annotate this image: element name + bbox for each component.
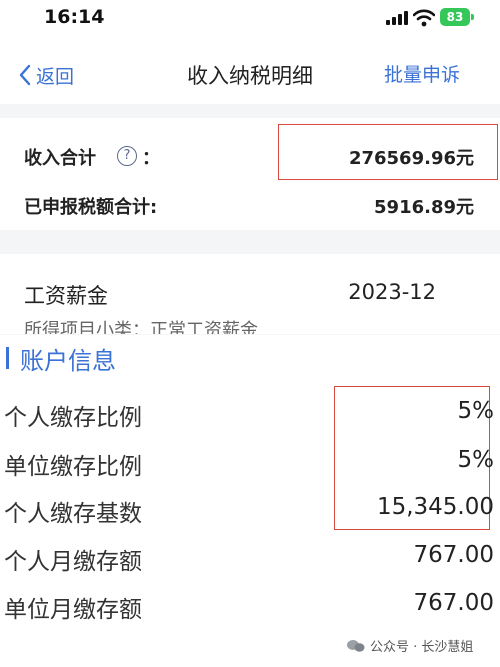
- income-record-card[interactable]: 工资薪金 2023-12 所得项目小类：正常工资薪金: [0, 254, 500, 334]
- personal-ratio-label: 个人缴存比例: [4, 405, 142, 431]
- batch-appeal-button[interactable]: 批量申诉: [384, 60, 460, 87]
- employer-monthly-label: 单位月缴存额: [4, 597, 142, 623]
- tax-total-label: 已申报税额合计:: [24, 197, 158, 218]
- battery-tip: [471, 14, 474, 20]
- tax-total-value: 5916.89元: [374, 197, 474, 218]
- watermark: 公众号 · 长沙慧姐: [346, 636, 473, 655]
- status-time: 16:14: [44, 6, 105, 28]
- income-type: 工资薪金: [24, 284, 108, 308]
- wechat-icon: [347, 639, 365, 652]
- account-info-title: 账户信息: [20, 347, 116, 375]
- income-total-colon: ：: [142, 148, 160, 169]
- income-total-value: 276569.96元: [348, 148, 474, 169]
- signal-icon: [386, 11, 408, 25]
- help-icon[interactable]: ?: [117, 146, 137, 166]
- battery-icon: 83: [440, 8, 470, 26]
- personal-monthly-label: 个人月缴存额: [4, 549, 142, 575]
- income-period: 2023-12: [348, 280, 436, 304]
- employer-monthly-value: 767.00: [413, 590, 494, 616]
- personal-monthly-value: 767.00: [413, 542, 494, 568]
- personal-base-label: 个人缴存基数: [4, 501, 142, 527]
- personal-base-value: 15,345.00: [376, 494, 494, 520]
- watermark-text: 公众号 · 长沙慧姐: [370, 640, 474, 655]
- personal-ratio-value: 5%: [457, 398, 495, 424]
- income-subtype: 所得项目小类：正常工资薪金: [24, 320, 258, 334]
- employer-ratio-label: 单位缴存比例: [4, 454, 142, 480]
- income-total-label: 收入合计: [24, 148, 96, 169]
- wifi-icon: [413, 9, 435, 27]
- employer-ratio-value: 5%: [457, 447, 495, 473]
- section-accent-bar: [6, 347, 9, 369]
